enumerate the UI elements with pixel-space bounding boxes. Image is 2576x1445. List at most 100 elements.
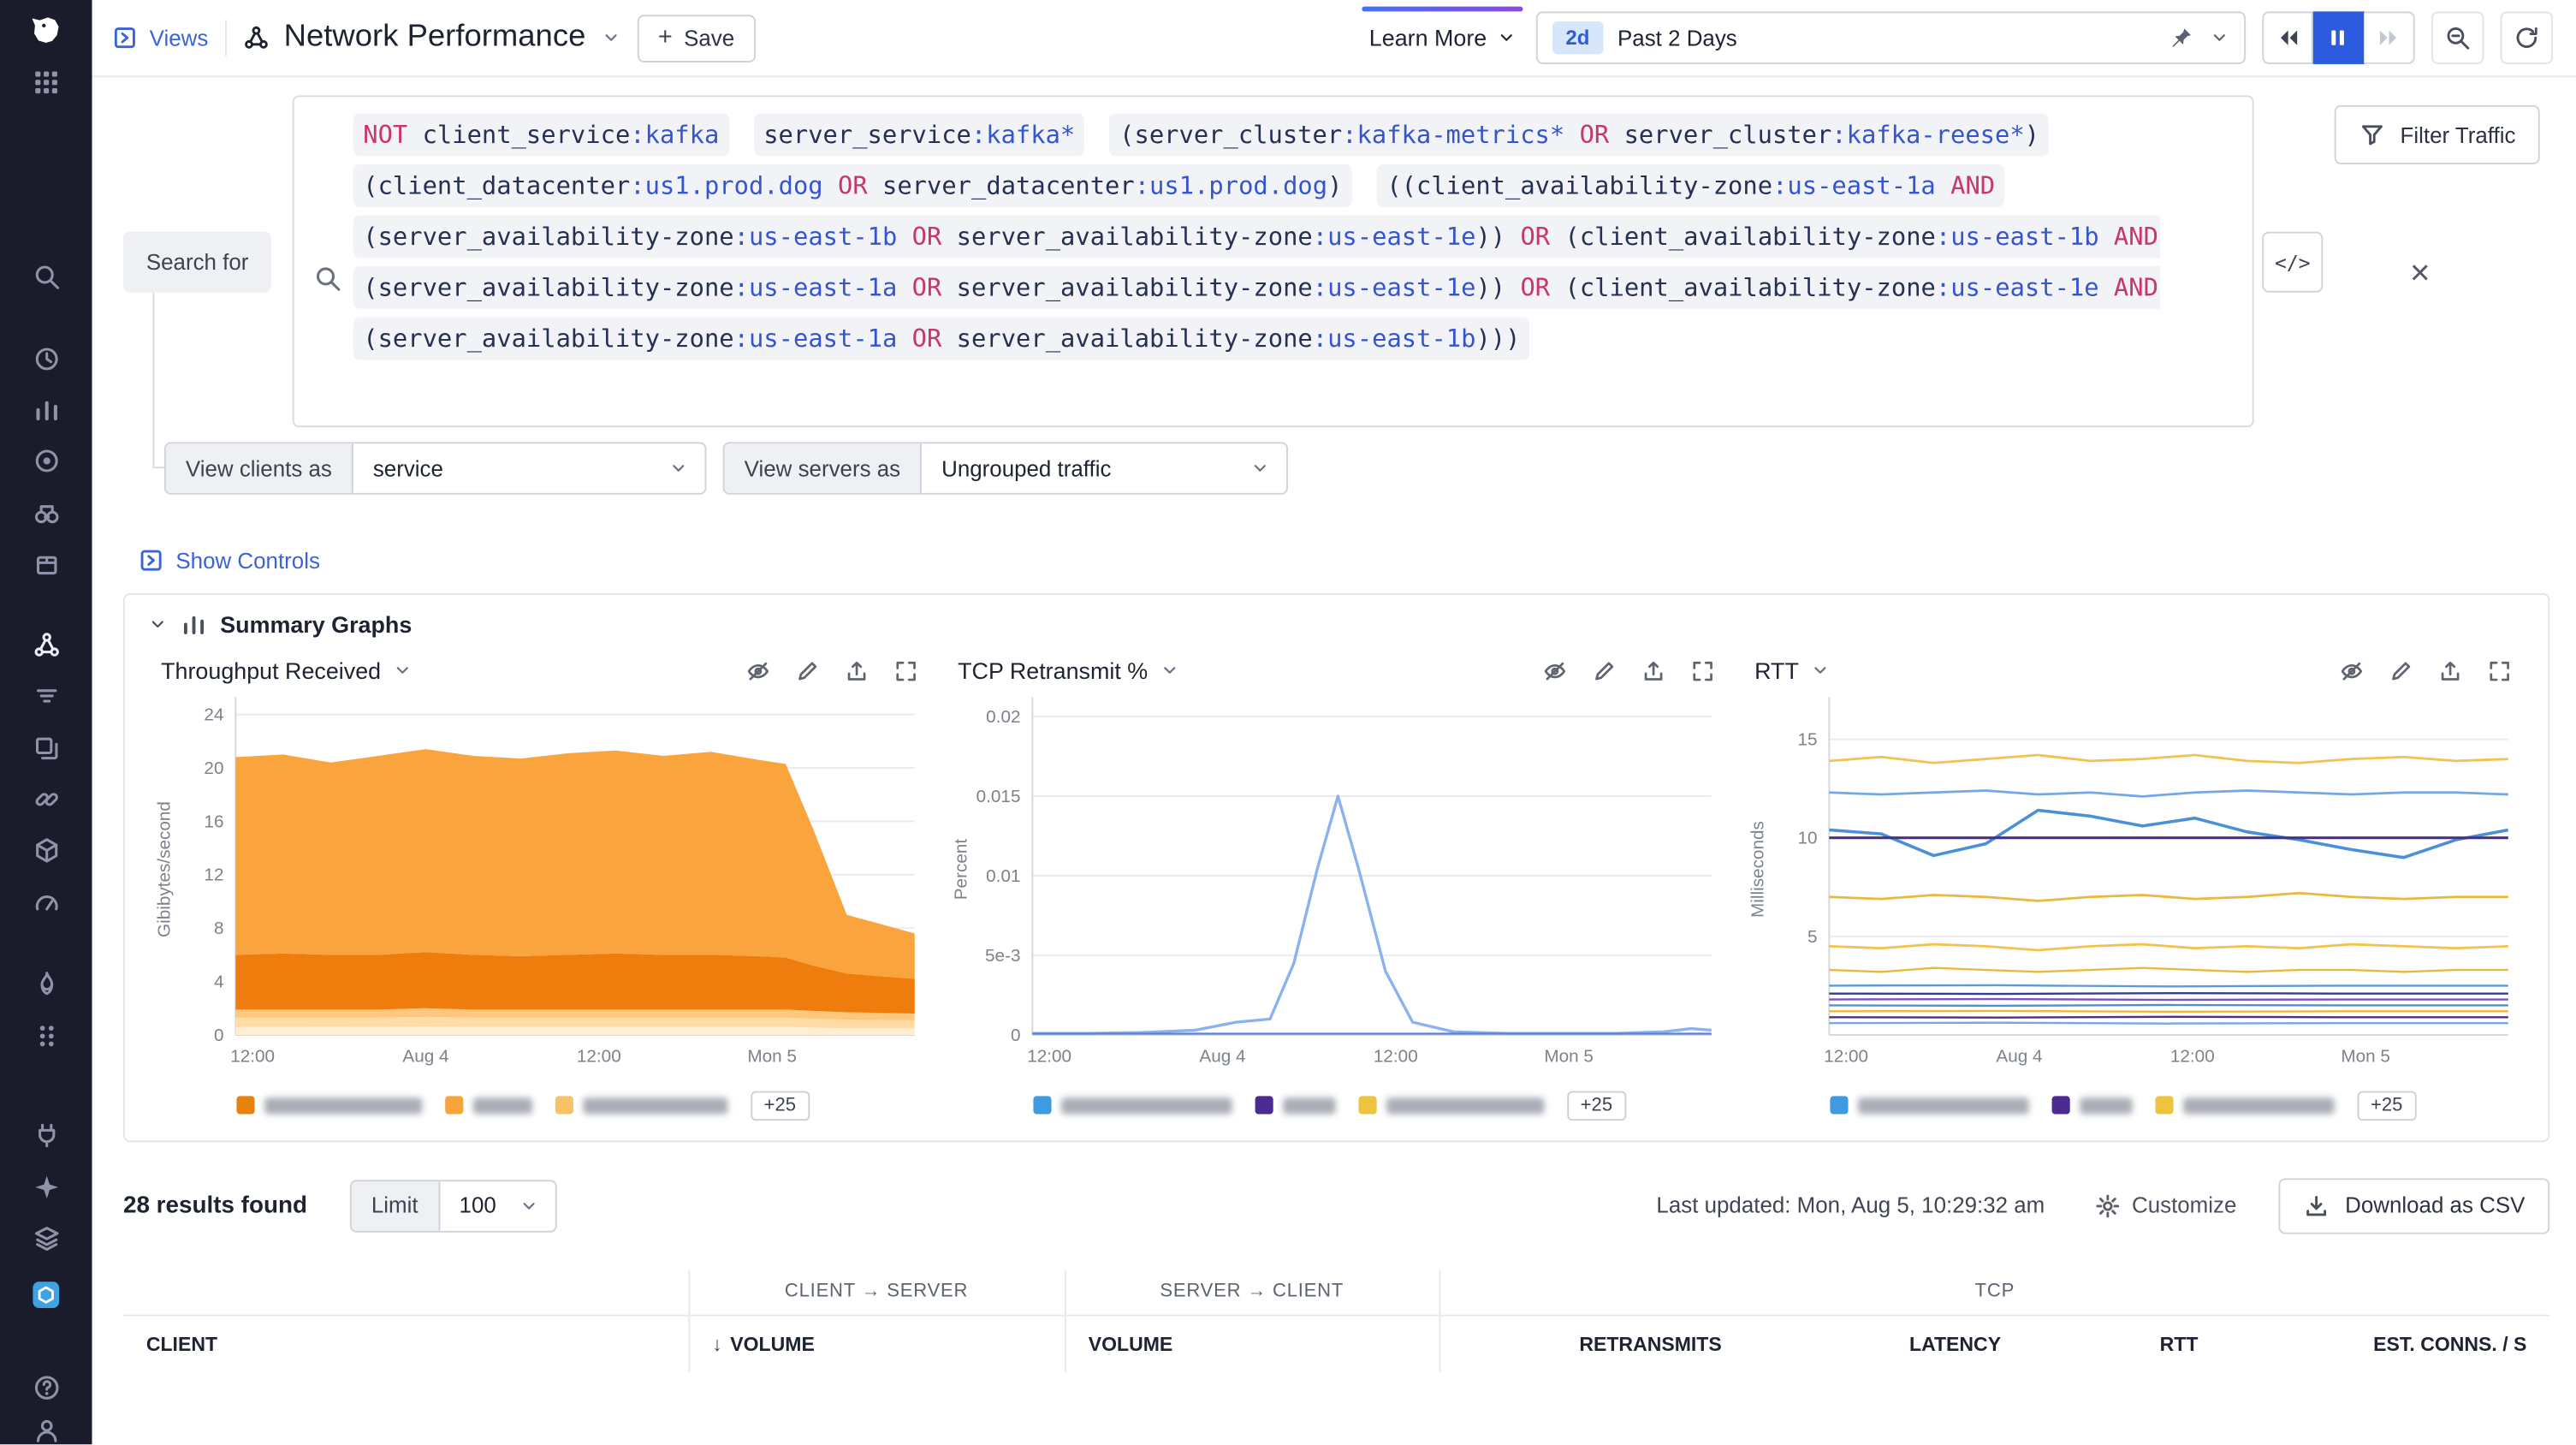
page-title-menu[interactable]: Network Performance [243,20,620,56]
expand-graph-icon[interactable] [893,658,918,683]
time-range-picker[interactable]: 2d Past 2 Days [1536,11,2246,63]
filter-traffic-button[interactable]: Filter Traffic [2335,105,2540,164]
column-header-client[interactable]: CLIENT [123,1316,688,1371]
views-button[interactable]: Views [112,25,209,51]
collapse-chevron-icon[interactable] [148,615,168,634]
expand-graph-icon[interactable] [1690,658,1715,683]
view-clients-as-select[interactable]: service [353,443,705,493]
search-for-label: Search for [123,232,271,293]
save-button[interactable]: + Save [637,14,756,62]
legend-item[interactable] [236,1096,422,1114]
column-header-est-conns-s[interactable]: EST. CONNS. / S [2221,1316,2549,1371]
pin-icon[interactable] [2169,25,2195,51]
refresh-button[interactable] [2501,11,2553,63]
legend-item[interactable] [1830,1096,2028,1114]
chevron-down-icon[interactable] [393,661,413,681]
legend-item[interactable] [1255,1096,1336,1114]
svg-text:12:00: 12:00 [577,1047,621,1067]
legend-item[interactable] [1359,1096,1545,1114]
export-graph-icon[interactable] [845,658,870,683]
network-icon[interactable] [32,631,60,659]
performance-icon[interactable] [32,889,60,918]
svg-text:Aug 4: Aug 4 [1996,1047,2042,1067]
network-monitoring-icon[interactable] [30,1278,62,1311]
query-filter-chip[interactable]: (client_datacenter:us1.prod.dog OR serve… [353,164,1352,207]
legend-item[interactable] [1033,1096,1232,1114]
rum-icon[interactable] [32,1224,60,1252]
pause-button[interactable] [2313,11,2365,63]
infrastructure-icon[interactable] [32,836,60,865]
watchdog-icon[interactable] [32,500,60,528]
monitors-icon[interactable] [32,447,60,475]
processes-icon[interactable] [32,1022,60,1050]
legend-more-badge[interactable]: +25 [751,1091,809,1121]
chart-title[interactable]: Throughput Received [161,657,381,684]
legend-more-badge[interactable]: +25 [2358,1091,2416,1121]
rtt-plot[interactable]: 5101512:00Aug 412:00Mon 5Milliseconds [1745,687,2522,1079]
legend-swatch [1359,1096,1377,1114]
integrations-icon[interactable] [32,550,60,579]
user-icon[interactable] [32,1417,60,1445]
query-filter-chip[interactable]: server_service:kafka* [754,113,1085,156]
apm-icon[interactable] [32,786,60,814]
export-graph-icon[interactable] [2438,658,2463,683]
column-header-latency[interactable]: LATENCY [1745,1316,2024,1371]
legend-item[interactable] [2156,1096,2335,1114]
legend-item[interactable] [2052,1096,2133,1114]
edit-graph-icon[interactable] [2389,658,2413,683]
funnel-icon [2359,122,2386,148]
expand-graph-icon[interactable] [2487,658,2512,683]
tcp-retransmit-plot[interactable]: 05e-30.010.0150.0212:00Aug 412:00Mon 5Pe… [948,687,1725,1079]
svg-text:12:00: 12:00 [2170,1047,2215,1067]
app-root: Views Network Performance + Save Learn M… [0,0,2576,1444]
query-filter-chip[interactable]: (server_cluster:kafka-metrics* OR server… [1110,113,2050,156]
profiling-icon[interactable] [32,970,60,998]
forward-button[interactable] [2364,11,2415,63]
hide-graph-icon[interactable] [1543,658,1568,683]
rtt-chart: RTT 5101512:00Aug 412:00Mon 5Millisecond… [1735,644,2531,1133]
view-servers-as-select[interactable]: Ungrouped traffic [922,443,1286,493]
edit-graph-icon[interactable] [1592,658,1617,683]
synthetics-icon[interactable] [32,1121,60,1149]
export-graph-icon[interactable] [1641,658,1666,683]
rewind-button[interactable] [2262,11,2313,63]
workflows-icon[interactable] [32,1174,60,1202]
chevron-down-icon[interactable] [1160,661,1179,681]
svg-text:0: 0 [1011,1026,1021,1045]
datadog-logo[interactable] [24,0,68,59]
dashboards-icon[interactable] [32,734,60,763]
legend-swatch [2156,1096,2174,1114]
apps-menu-icon[interactable] [32,69,60,98]
legend-item[interactable] [445,1096,532,1114]
history-icon[interactable] [32,345,60,373]
column-header-volume[interactable]: VOLUME [1065,1316,1439,1371]
metrics-icon[interactable] [32,396,60,425]
query-input[interactable]: NOT client_service:kafka server_service:… [293,95,2254,427]
code-view-button[interactable]: </> [2262,232,2323,293]
chevron-down-icon[interactable] [1810,661,1830,681]
edit-graph-icon[interactable] [795,658,820,683]
customize-button[interactable]: Customize [2094,1192,2237,1219]
show-controls-link[interactable]: Show Controls [138,547,320,574]
help-icon[interactable] [32,1374,60,1402]
chart-title[interactable]: RTT [1754,657,1799,684]
clear-query-button[interactable]: × [2410,255,2431,294]
column-header-retransmits[interactable]: RETRANSMITS [1439,1316,1745,1371]
chart-title[interactable]: TCP Retransmit % [958,657,1148,684]
learn-more-dropdown[interactable]: Learn More [1366,18,1520,57]
logs-icon[interactable] [32,682,60,711]
search-icon[interactable] [32,263,60,291]
sidebar-nav [0,59,92,1444]
hide-graph-icon[interactable] [2340,658,2365,683]
column-header-rtt[interactable]: RTT [2024,1316,2221,1371]
limit-select[interactable]: 100 [440,1180,555,1230]
legend-item[interactable] [555,1096,728,1114]
chevron-down-icon[interactable] [2210,28,2229,48]
download-csv-button[interactable]: Download as CSV [2279,1177,2549,1233]
legend-more-badge[interactable]: +25 [1567,1091,1625,1121]
query-filter-chip[interactable]: NOT client_service:kafka [353,113,729,156]
throughput-received-plot[interactable]: 0481216202412:00Aug 412:00Mon 5Gibibytes… [151,687,929,1079]
hide-graph-icon[interactable] [745,658,770,683]
zoom-out-button[interactable] [2431,11,2484,63]
column-header-volume[interactable]: ↓VOLUME [688,1316,1065,1371]
